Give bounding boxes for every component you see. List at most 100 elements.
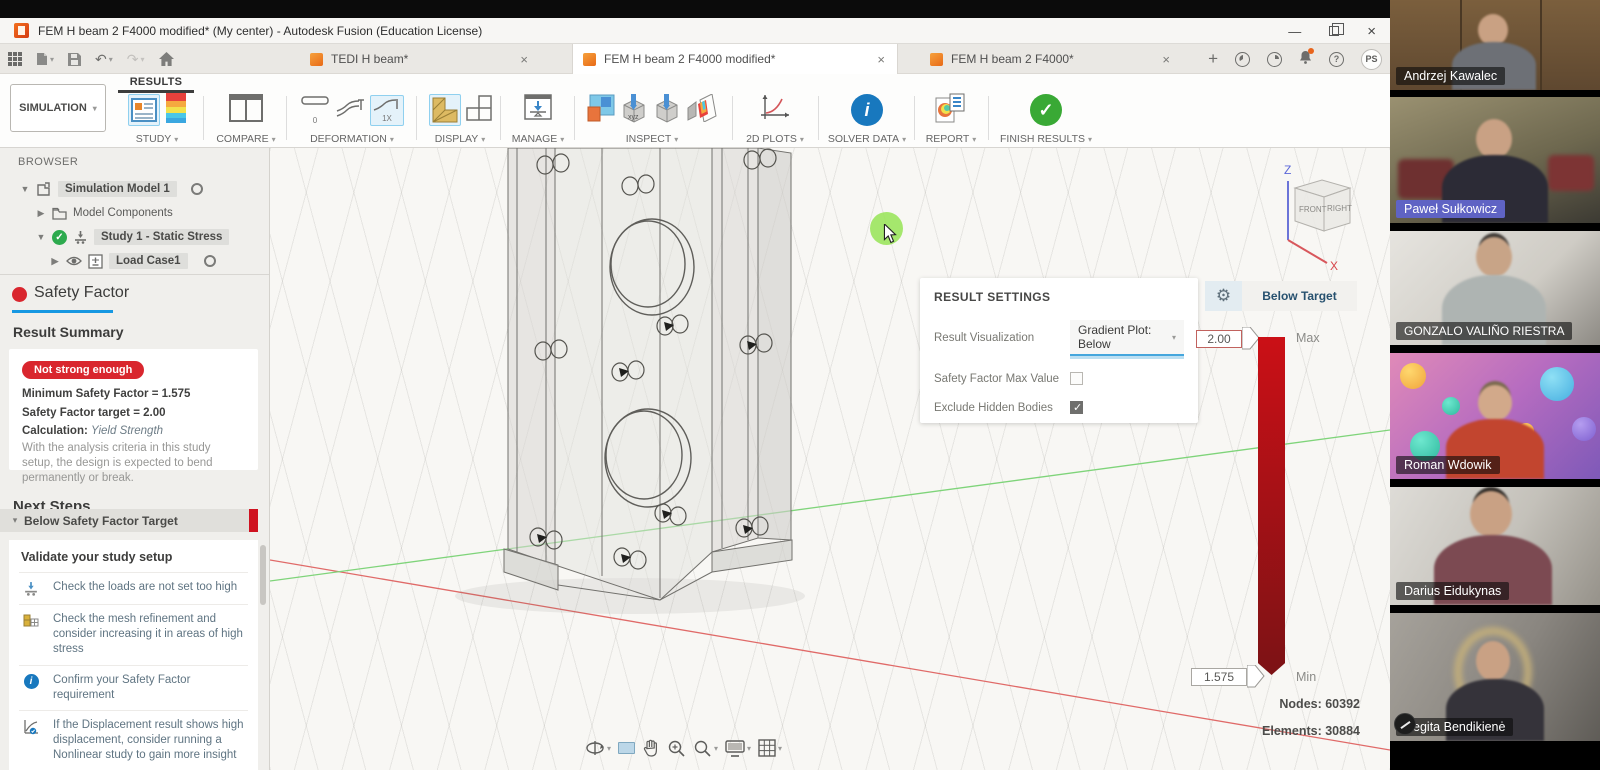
orbit-icon[interactable]: ▾: [585, 738, 611, 758]
report-dropdown[interactable]: REPORT▾: [926, 133, 977, 145]
active-model-radio[interactable]: [191, 183, 203, 195]
app-grid-icon[interactable]: [8, 52, 22, 66]
section-label: Below Safety Factor Target: [24, 514, 178, 528]
participant-name: Darius Eidukynas: [1396, 582, 1509, 600]
tab-close-icon[interactable]: ×: [518, 52, 530, 67]
tab-fem-h-beam[interactable]: FEM H beam 2 F4000* ×: [920, 44, 1182, 74]
compare-icon[interactable]: [229, 94, 263, 127]
tree-item-label: Model Components: [73, 207, 173, 219]
active-loadcase-radio[interactable]: [204, 255, 216, 267]
deformation-dropdown[interactable]: DEFORMATION▾: [310, 133, 394, 145]
plots-dropdown[interactable]: 2D PLOTS▾: [746, 133, 804, 145]
visibility-eye-icon[interactable]: [66, 255, 82, 267]
user-avatar[interactable]: PS: [1361, 49, 1382, 70]
video-tile[interactable]: Darius Eidukynas: [1390, 487, 1600, 605]
chevron-down-icon[interactable]: ▼: [36, 232, 46, 242]
study-dropdown[interactable]: STUDY▾: [136, 133, 179, 145]
display-settings-icon[interactable]: ▾: [725, 740, 751, 757]
inspect-point-xyz-icon[interactable]: xyz: [620, 93, 648, 128]
next-step-item[interactable]: Check the mesh refinement and consider i…: [19, 604, 248, 665]
legend-contour-icon[interactable]: [165, 93, 187, 128]
video-tile[interactable]: Roman Wdowik: [1390, 353, 1600, 479]
meeting-audio-icon[interactable]: [1394, 713, 1416, 735]
pan-icon[interactable]: [642, 739, 660, 757]
tab-tedi-h-beam[interactable]: TEDI H beam* ×: [300, 44, 540, 74]
chevron-right-icon[interactable]: ▶: [50, 256, 60, 267]
home-icon[interactable]: [159, 52, 174, 66]
video-call-sidebar: Andrzej Kawalec Paweł Sułkowicz GONZALO …: [1390, 0, 1600, 770]
solver-dropdown[interactable]: SOLVER DATA▾: [828, 133, 906, 145]
video-tile[interactable]: Regita Bendikienė: [1390, 613, 1600, 741]
report-icon[interactable]: [935, 93, 967, 128]
3d-viewport[interactable]: Z FRONT RIGHT X RESULT SETTINGS Result V…: [270, 148, 1390, 770]
tree-item-study-1[interactable]: ▼ ✓ Study 1 - Static Stress: [36, 226, 229, 248]
extensions-icon[interactable]: [1235, 52, 1250, 67]
manage-icon[interactable]: [523, 94, 553, 127]
inspect-probe-icon[interactable]: [653, 93, 681, 128]
next-step-item[interactable]: If the Displacement result shows high di…: [19, 710, 248, 770]
compare-dropdown[interactable]: COMPARE▾: [216, 133, 275, 145]
result-panel-title: Safety Factor: [34, 284, 129, 302]
file-menu-icon[interactable]: ▾: [36, 52, 54, 66]
undo-icon[interactable]: ↶▾: [95, 51, 113, 68]
tab-close-icon[interactable]: ×: [875, 52, 887, 67]
video-tile[interactable]: Andrzej Kawalec: [1390, 0, 1600, 90]
next-step-item[interactable]: Check the loads are not set too high: [19, 572, 248, 604]
study-manager-icon[interactable]: [128, 94, 160, 126]
help-icon[interactable]: ?: [1329, 52, 1344, 67]
panel-scrollbar-thumb[interactable]: [260, 545, 266, 605]
tree-item-load-case[interactable]: ▶ Load Case1: [50, 250, 216, 272]
chevron-down-icon[interactable]: ▼: [20, 184, 30, 194]
job-status-icon[interactable]: [1267, 52, 1282, 67]
notifications-bell-icon[interactable]: [1299, 50, 1312, 69]
view-cube[interactable]: Z FRONT RIGHT X: [1255, 156, 1385, 281]
inspect-slice-icon[interactable]: [686, 94, 718, 127]
manage-dropdown[interactable]: MANAGE▾: [512, 133, 565, 145]
below-target-section[interactable]: ▾ Below Safety Factor Target: [0, 509, 258, 532]
deformation-scale-icon[interactable]: 1X: [370, 95, 404, 126]
result-summary-card: Not strong enough Minimum Safety Factor …: [9, 349, 258, 470]
tree-item-model-components[interactable]: ▶ Model Components: [36, 202, 173, 224]
inspect-result-icon[interactable]: [587, 94, 615, 127]
display-dropdown[interactable]: DISPLAY▾: [435, 133, 486, 145]
tree-item-simulation-model[interactable]: ▼ Simulation Model 1: [20, 178, 203, 200]
window-title: FEM H beam 2 F4000 modified* (My center)…: [38, 24, 482, 38]
safety-factor-max-checkbox[interactable]: [1070, 372, 1083, 385]
tab-fem-h-beam-modified[interactable]: FEM H beam 2 F4000 modified* ×: [572, 44, 898, 74]
save-icon[interactable]: [68, 53, 81, 66]
fusion-app-icon: [14, 23, 29, 38]
result-visualization-dropdown[interactable]: Gradient Plot: Below▾: [1070, 320, 1184, 356]
finish-results-icon[interactable]: ✓: [1030, 94, 1062, 126]
chevron-right-icon[interactable]: ▶: [36, 208, 46, 219]
finish-results-dropdown[interactable]: FINISH RESULTS▾: [1000, 133, 1092, 145]
grid-layout-icon[interactable]: ▾: [758, 739, 782, 757]
video-tile[interactable]: GONZALO VALIÑO RIESTRA: [1390, 231, 1600, 345]
workspace-selector[interactable]: SIMULATION▾: [10, 84, 106, 132]
solver-info-icon[interactable]: i: [851, 94, 883, 126]
next-step-item[interactable]: i Confirm your Safety Factor requirement: [19, 665, 248, 710]
minimize-button[interactable]: —: [1288, 25, 1301, 38]
look-at-icon[interactable]: [618, 742, 635, 754]
tab-close-icon[interactable]: ×: [1160, 52, 1172, 67]
legend-min-tag[interactable]: 1.575: [1191, 665, 1265, 688]
deformation-actual-icon[interactable]: 0: [300, 95, 330, 125]
dialog-title: RESULT SETTINGS: [934, 290, 1184, 304]
exclude-hidden-checkbox[interactable]: [1070, 401, 1083, 414]
elements-count: Elements: 30884: [1200, 724, 1360, 738]
deformation-adjusted-icon[interactable]: [335, 97, 365, 124]
legend-max-tag[interactable]: 2.00: [1196, 327, 1260, 350]
fit-icon[interactable]: ▾: [693, 739, 718, 758]
display-mesh-icon[interactable]: [429, 94, 461, 126]
restore-button[interactable]: [1329, 25, 1339, 38]
redo-icon[interactable]: ↷▾: [127, 51, 145, 68]
close-button[interactable]: ×: [1367, 24, 1376, 39]
new-tab-button[interactable]: +: [1208, 49, 1218, 69]
inspect-dropdown[interactable]: INSPECT▾: [626, 133, 679, 145]
plot-curve-icon[interactable]: [759, 93, 791, 128]
result-visualization-label: Result Visualization: [934, 332, 1070, 344]
display-faces-icon[interactable]: [466, 95, 492, 126]
video-tile[interactable]: Paweł Sułkowicz: [1390, 97, 1600, 223]
next-step-text: Check the mesh refinement and consider i…: [53, 612, 248, 658]
legend-gear-icon[interactable]: ⚙: [1205, 281, 1242, 311]
zoom-icon[interactable]: [667, 739, 686, 758]
